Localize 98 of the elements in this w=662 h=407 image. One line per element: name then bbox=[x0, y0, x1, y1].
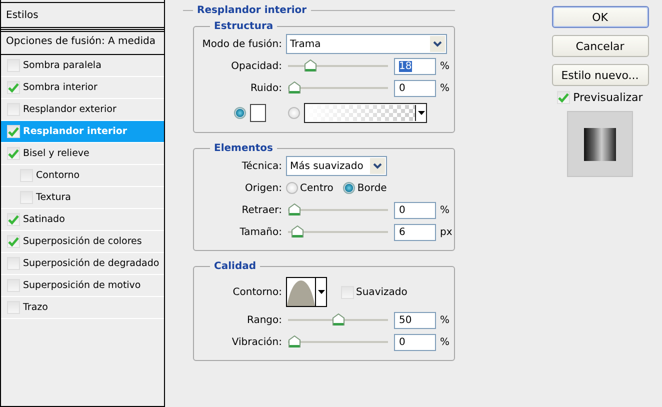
checkbox-label: Previsualizar bbox=[573, 91, 643, 104]
slider-thumb[interactable] bbox=[332, 313, 344, 326]
sidebar-item[interactable]: Opciones de fusión: A medida bbox=[1, 31, 164, 55]
field-label: Contorno: bbox=[232, 286, 283, 298]
item-label: Superposición de colores bbox=[23, 236, 142, 247]
input-field[interactable]: 0 bbox=[394, 334, 436, 350]
dialog-button[interactable]: Cancelar bbox=[552, 35, 648, 57]
caret-down-icon bbox=[318, 290, 324, 294]
input-value: 50 bbox=[399, 314, 412, 326]
slider-thumb[interactable] bbox=[290, 225, 304, 238]
item-label: Sombra interior bbox=[23, 82, 98, 93]
checkbox[interactable] bbox=[20, 169, 33, 182]
slider-thumb[interactable] bbox=[288, 203, 301, 216]
item-label: Contorno bbox=[36, 170, 80, 181]
checkbox[interactable] bbox=[7, 257, 20, 270]
dropdown[interactable]: Trama bbox=[286, 34, 447, 54]
field-label: Modo de fusión: bbox=[201, 38, 283, 50]
item-label: Resplandor exterior bbox=[23, 104, 116, 115]
field-label: Ruido: bbox=[250, 82, 283, 94]
input-field[interactable]: 6 bbox=[394, 224, 436, 240]
sidebar-item[interactable]: Sombra interior bbox=[1, 77, 164, 99]
unit-label: % bbox=[440, 314, 450, 326]
contour-curve-icon bbox=[287, 278, 315, 306]
item-label: Resplandor interior bbox=[23, 126, 128, 137]
slider-thumb[interactable] bbox=[288, 335, 301, 348]
checkbox[interactable] bbox=[7, 103, 20, 116]
checkbox[interactable] bbox=[7, 279, 20, 292]
field-label: Rango: bbox=[246, 314, 283, 326]
checkbox[interactable] bbox=[557, 91, 570, 104]
input-field[interactable]: 18 bbox=[394, 58, 436, 74]
item-label: Trazo bbox=[23, 302, 48, 313]
option-label: Borde bbox=[357, 182, 387, 194]
radio-button[interactable] bbox=[343, 182, 356, 194]
group-title: Calidad bbox=[213, 261, 258, 272]
item-label: Bisel y relieve bbox=[23, 148, 90, 159]
field-label: Opacidad: bbox=[230, 60, 283, 72]
group-title: Elementos bbox=[213, 143, 274, 154]
radio-button[interactable] bbox=[286, 182, 298, 194]
dialog-button[interactable]: Estilo nuevo... bbox=[552, 64, 648, 86]
checkbox[interactable] bbox=[7, 125, 20, 138]
checkbox[interactable] bbox=[7, 59, 20, 72]
unit-label: % bbox=[440, 60, 450, 72]
contour-picker[interactable] bbox=[286, 277, 327, 307]
sidebar-item[interactable]: Sombra paralela bbox=[1, 55, 164, 77]
sidebar-item[interactable]: Bisel y relieve bbox=[1, 143, 164, 165]
item-label: Textura bbox=[36, 192, 71, 203]
checkbox[interactable] bbox=[7, 301, 20, 314]
field-label: Origen: bbox=[244, 182, 283, 194]
group-title: Estructura bbox=[213, 21, 274, 32]
field-label: Técnica: bbox=[240, 160, 283, 172]
panel-header: Estilos bbox=[1, 2, 164, 30]
input-value: 6 bbox=[399, 226, 406, 238]
sidebar-item[interactable]: Contorno bbox=[1, 165, 164, 187]
checkbox[interactable] bbox=[20, 191, 33, 204]
caret-down-icon bbox=[418, 111, 424, 115]
radio-button[interactable] bbox=[288, 107, 300, 119]
checkbox[interactable] bbox=[7, 213, 20, 226]
sidebar-item[interactable]: Superposición de degradado bbox=[1, 253, 164, 275]
section-title: Resplandor interior bbox=[193, 4, 311, 16]
field-label: Retraer: bbox=[240, 204, 283, 216]
dialog-button[interactable]: OK bbox=[552, 6, 648, 28]
item-label: Superposición de motivo bbox=[23, 280, 141, 291]
slider-thumb[interactable] bbox=[288, 81, 301, 94]
unit-label: % bbox=[440, 336, 450, 348]
sidebar-item[interactable]: Satinado bbox=[1, 209, 164, 231]
unit-label: px bbox=[440, 226, 452, 238]
item-label: Satinado bbox=[23, 214, 65, 225]
option-label: Suavizado bbox=[356, 286, 408, 298]
item-label: Sombra paralela bbox=[23, 60, 102, 71]
color-swatch[interactable] bbox=[250, 104, 266, 122]
checkbox[interactable] bbox=[7, 147, 20, 160]
input-field[interactable]: 0 bbox=[394, 202, 436, 218]
input-value: 0 bbox=[399, 204, 406, 216]
option-label: Centro bbox=[300, 182, 334, 194]
field-label: Tamaño: bbox=[238, 226, 283, 238]
unit-label: % bbox=[440, 204, 450, 216]
radio-button[interactable] bbox=[234, 107, 246, 119]
input-field[interactable]: 50 bbox=[394, 312, 436, 328]
item-label: Superposición de degradado bbox=[23, 258, 160, 269]
field-label: Vibración: bbox=[230, 336, 283, 348]
checkbox[interactable] bbox=[7, 81, 20, 94]
slider-thumb[interactable] bbox=[304, 59, 317, 72]
sidebar-item[interactable]: Textura bbox=[1, 187, 164, 209]
unit-label: % bbox=[440, 82, 450, 94]
input-value: 0 bbox=[399, 336, 406, 348]
input-value: 0 bbox=[399, 82, 406, 94]
sidebar-item[interactable]: Trazo bbox=[1, 297, 164, 319]
sidebar-item[interactable]: Superposición de colores bbox=[1, 231, 164, 253]
chevron-down-icon bbox=[433, 41, 442, 47]
chevron-down-icon bbox=[373, 163, 382, 169]
checkbox[interactable] bbox=[7, 235, 20, 248]
preview-thumbnail bbox=[567, 111, 633, 177]
checkbox[interactable] bbox=[341, 286, 354, 298]
gradient-picker[interactable] bbox=[304, 103, 427, 123]
sidebar-item[interactable]: Superposición de motivo bbox=[1, 275, 164, 297]
input-field[interactable]: 0 bbox=[394, 80, 436, 96]
input-value: 18 bbox=[399, 60, 412, 72]
dropdown[interactable]: Más suavizado bbox=[286, 156, 387, 176]
